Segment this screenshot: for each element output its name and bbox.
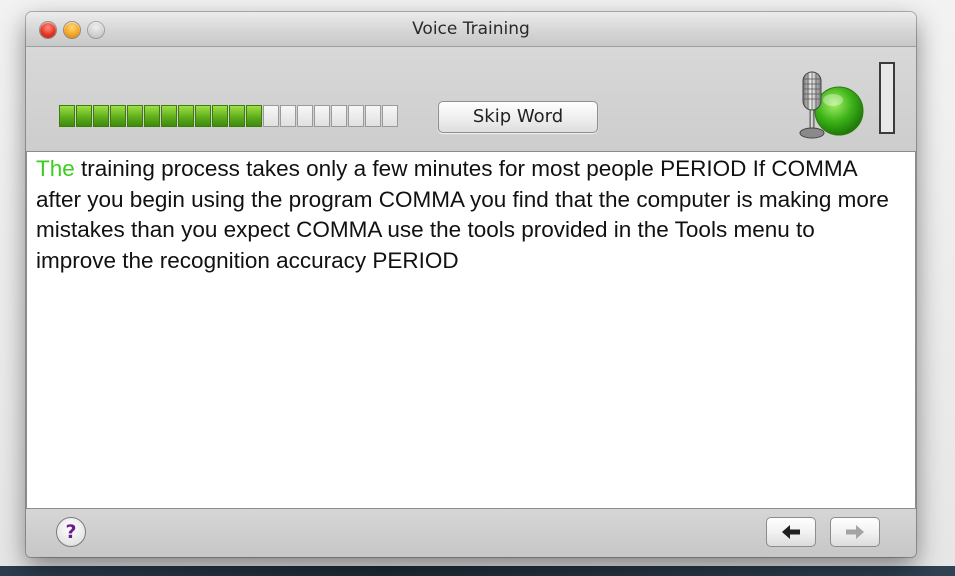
progress-segment-empty bbox=[314, 105, 330, 127]
progress-segment-filled bbox=[195, 105, 211, 127]
progress-segment-empty bbox=[297, 105, 313, 127]
progress-segment-filled bbox=[161, 105, 177, 127]
help-button[interactable]: ? bbox=[56, 517, 86, 547]
audio-level-meter bbox=[879, 62, 895, 134]
progress-segment-filled bbox=[246, 105, 262, 127]
progress-segment-empty bbox=[382, 105, 398, 127]
progress-segment-empty bbox=[365, 105, 381, 127]
title-bar[interactable]: Voice Training bbox=[26, 12, 916, 47]
progress-segment-empty bbox=[263, 105, 279, 127]
progress-segment-empty bbox=[331, 105, 347, 127]
progress-segment-filled bbox=[178, 105, 194, 127]
training-progress-bar bbox=[59, 105, 398, 127]
microphone-icon bbox=[799, 71, 864, 139]
training-text-area: The training process takes only a few mi… bbox=[26, 151, 916, 509]
progress-segment-filled bbox=[93, 105, 109, 127]
progress-segment-filled bbox=[59, 105, 75, 127]
progress-segment-filled bbox=[110, 105, 126, 127]
left-arrow-icon bbox=[782, 525, 800, 539]
progress-segment-filled bbox=[127, 105, 143, 127]
training-toolbar: Skip Word bbox=[26, 47, 916, 151]
progress-segment-filled bbox=[229, 105, 245, 127]
bottom-bar: ? bbox=[26, 509, 916, 557]
progress-segment-filled bbox=[144, 105, 160, 127]
progress-segment-filled bbox=[212, 105, 228, 127]
desktop-strip bbox=[0, 566, 955, 576]
passage-remaining-text: training process takes only a few minute… bbox=[36, 156, 889, 273]
progress-segment-filled bbox=[76, 105, 92, 127]
microphone-status bbox=[798, 67, 868, 147]
skip-word-button[interactable]: Skip Word bbox=[438, 101, 598, 133]
forward-button[interactable] bbox=[830, 517, 880, 547]
progress-segment-empty bbox=[348, 105, 364, 127]
voice-training-window: Voice Training Skip Word The training pr… bbox=[26, 12, 916, 557]
progress-segment-empty bbox=[280, 105, 296, 127]
current-word: The bbox=[36, 156, 75, 181]
back-button[interactable] bbox=[766, 517, 816, 547]
green-status-indicator bbox=[814, 86, 864, 136]
window-title: Voice Training bbox=[412, 19, 530, 39]
training-passage: The training process takes only a few mi… bbox=[36, 154, 896, 276]
right-arrow-icon bbox=[846, 525, 864, 539]
